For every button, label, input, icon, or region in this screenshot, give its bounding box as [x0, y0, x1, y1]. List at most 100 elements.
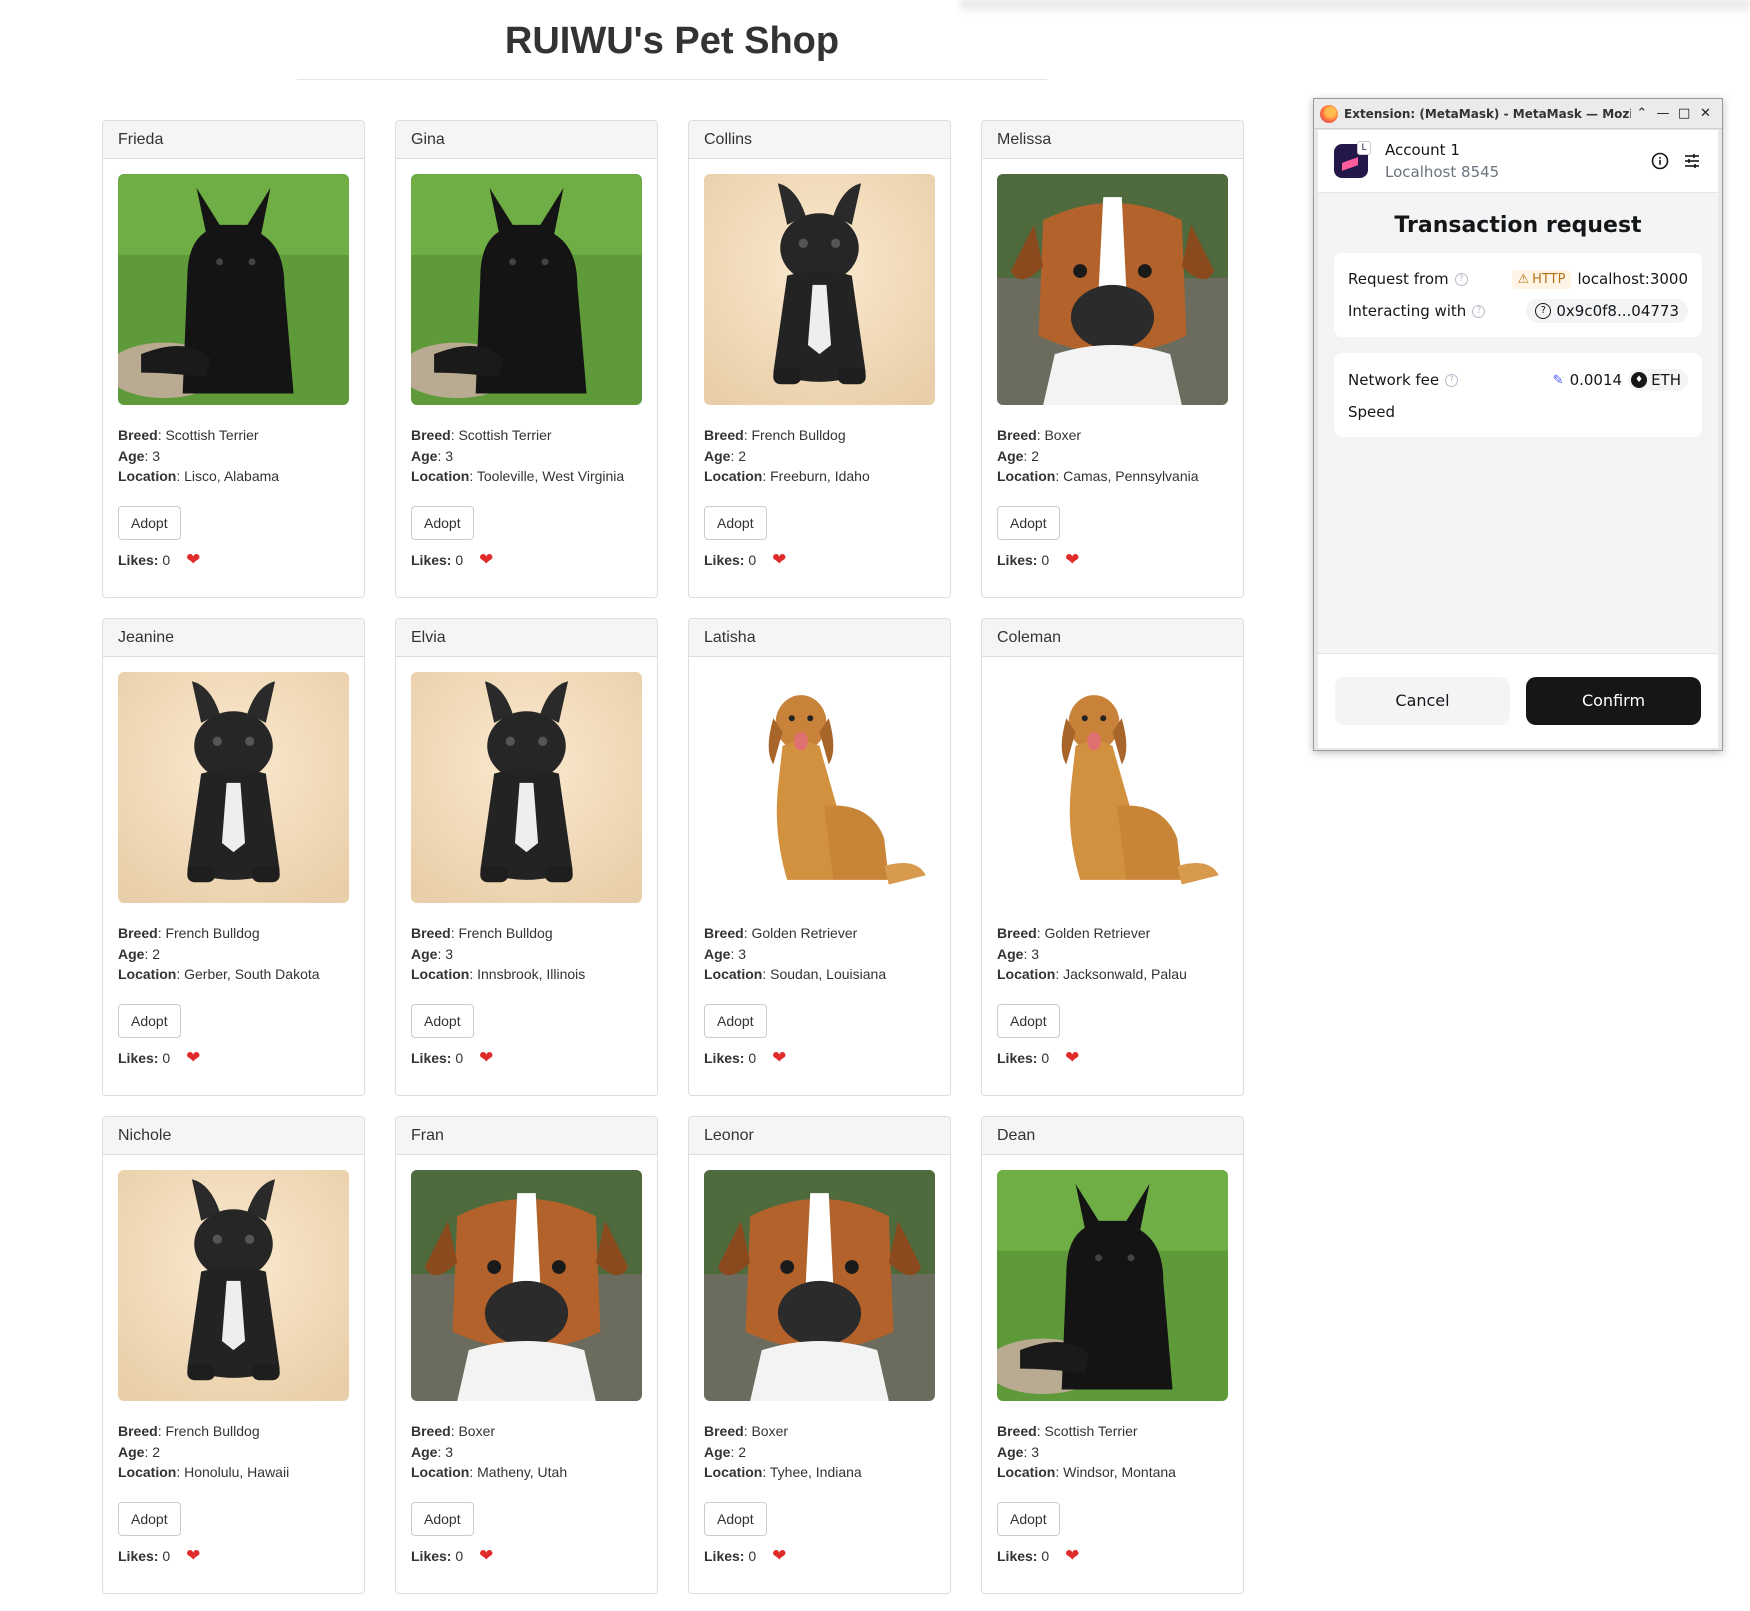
- heart-icon[interactable]: ❤: [1065, 1546, 1079, 1566]
- likes-row: Likes: 0 ❤: [411, 1047, 494, 1068]
- pet-card-frieda: Frieda Breed: Scottish Terrier Age: 3 Lo…: [102, 120, 365, 598]
- heart-icon[interactable]: ❤: [479, 1048, 493, 1068]
- pet-location: Location: Windsor, Montana: [997, 1464, 1176, 1480]
- pet-age: Age: 3: [704, 945, 747, 962]
- french-bulldog-photo: [411, 672, 642, 903]
- likes-row: Likes: 0 ❤: [118, 1545, 201, 1566]
- likes-count: 0: [162, 551, 171, 568]
- pet-location: Location: Lisco, Alabama: [118, 468, 280, 484]
- boxer-photo: [704, 1170, 935, 1401]
- adopt-button[interactable]: Adopt: [118, 1003, 181, 1038]
- pet-location: Location: Soudan, Louisiana: [704, 966, 887, 982]
- heart-icon[interactable]: ❤: [479, 1546, 493, 1566]
- network-fee-row: Network fee ? ✎ 0.0014 ♦ ETH: [1348, 363, 1688, 397]
- pet-location: Location: Gerber, South Dakota: [118, 966, 320, 982]
- heart-icon[interactable]: ❤: [772, 1546, 786, 1566]
- adopt-button[interactable]: Adopt: [118, 505, 181, 540]
- pet-location: Location: Innsbrook, Illinois: [411, 966, 586, 982]
- contract-address[interactable]: ? 0x9c0f8...04773: [1526, 299, 1688, 323]
- interacting-with-row: Interacting with ? ? 0x9c0f8...04773: [1348, 295, 1688, 327]
- heart-icon[interactable]: ❤: [1065, 550, 1079, 570]
- pet-breed: Breed: Golden Retriever: [997, 925, 1151, 941]
- heart-icon[interactable]: ❤: [186, 1546, 200, 1566]
- edit-pencil-icon[interactable]: ✎: [1553, 373, 1564, 388]
- scottish-terrier-photo: [411, 174, 642, 405]
- heart-icon[interactable]: ❤: [186, 550, 200, 570]
- help-icon[interactable]: ?: [1454, 272, 1468, 286]
- metamask-window: Extension: (MetaMask) - MetaMask — Mozil…: [1313, 98, 1723, 751]
- pet-card-collins: Collins Breed: French Bulldog Age: 2 Loc…: [688, 120, 951, 598]
- pet-breed: Breed: Boxer: [997, 427, 1082, 443]
- pet-age: Age: 2: [704, 447, 747, 464]
- chevron-up-icon[interactable]: ⌃: [1631, 103, 1652, 125]
- heart-icon[interactable]: ❤: [186, 1048, 200, 1068]
- http-warning-badge: ⚠ HTTP: [1511, 269, 1572, 289]
- metamask-panel: L Account 1 Localhost 8545 Transaction r…: [1318, 130, 1718, 748]
- likes-count: 0: [1041, 1547, 1050, 1564]
- likes-row: Likes: 0 ❤: [704, 549, 787, 570]
- pet-name: Collins: [689, 121, 950, 159]
- request-details-box: Request from ? ⚠ HTTP localhost:3000 Inte…: [1334, 253, 1702, 337]
- pet-age: Age: 3: [411, 1443, 454, 1460]
- likes-row: Likes: 0 ❤: [118, 1047, 201, 1068]
- adopt-button[interactable]: Adopt: [704, 1003, 767, 1038]
- adopt-button[interactable]: Adopt: [997, 1501, 1060, 1536]
- action-footer: Cancel Confirm: [1318, 653, 1718, 748]
- network-fee-label: Network fee: [1348, 371, 1440, 389]
- adopt-button[interactable]: Adopt: [704, 505, 767, 540]
- close-icon[interactable]: ✕: [1695, 103, 1716, 125]
- maximize-icon[interactable]: □: [1674, 103, 1695, 125]
- speed-row: Speed: [1348, 397, 1688, 427]
- speed-label: Speed: [1348, 403, 1396, 421]
- pet-name: Jeanine: [103, 619, 364, 657]
- heart-icon[interactable]: ❤: [479, 550, 493, 570]
- pet-card-melissa: Melissa Breed: Boxer Age: 2 Location: Ca…: [981, 120, 1244, 598]
- pet-card-dean: Dean Breed: Scottish Terrier Age: 3 Loca…: [981, 1116, 1244, 1594]
- info-icon[interactable]: [1650, 151, 1670, 171]
- settings-sliders-icon[interactable]: [1682, 151, 1702, 171]
- adopt-button[interactable]: Adopt: [411, 1003, 474, 1038]
- account-name: Account 1: [1385, 141, 1460, 159]
- pet-age: Age: 3: [411, 447, 454, 464]
- pet-name: Coleman: [982, 619, 1243, 657]
- adopt-button[interactable]: Adopt: [411, 505, 474, 540]
- cancel-button[interactable]: Cancel: [1335, 677, 1510, 725]
- pet-name: Melissa: [982, 121, 1243, 159]
- pet-location: Location: Freeburn, Idaho: [704, 468, 870, 484]
- pet-age: Age: 3: [997, 945, 1040, 962]
- confirm-button[interactable]: Confirm: [1526, 677, 1701, 725]
- window-title: Extension: (MetaMask) - MetaMask — Mozil…: [1344, 106, 1631, 121]
- pet-name: Fran: [396, 1117, 657, 1155]
- pet-card-fran: Fran Breed: Boxer Age: 3 Location: Mathe…: [395, 1116, 658, 1594]
- account-avatar-icon[interactable]: L: [1334, 141, 1371, 178]
- adopt-button[interactable]: Adopt: [118, 1501, 181, 1536]
- likes-count: 0: [1041, 1049, 1050, 1066]
- eth-token: ♦ ETH: [1628, 369, 1688, 391]
- eth-icon: ♦: [1631, 372, 1648, 388]
- pet-breed: Breed: Scottish Terrier: [411, 427, 552, 443]
- adopt-button[interactable]: Adopt: [997, 1003, 1060, 1038]
- heart-icon[interactable]: ❤: [1065, 1048, 1079, 1068]
- heart-icon[interactable]: ❤: [772, 1048, 786, 1068]
- pet-card-jeanine: Jeanine Breed: French Bulldog Age: 2 Loc…: [102, 618, 365, 1096]
- pet-age: Age: 3: [997, 1443, 1040, 1460]
- minimize-icon[interactable]: —: [1652, 103, 1673, 125]
- adopt-button[interactable]: Adopt: [411, 1501, 474, 1536]
- pet-age: Age: 3: [118, 447, 161, 464]
- french-bulldog-photo: [118, 672, 349, 903]
- pet-breed: Breed: Boxer: [704, 1423, 789, 1439]
- request-from-row: Request from ? ⚠ HTTP localhost:3000: [1348, 263, 1688, 295]
- boxer-photo: [997, 174, 1228, 405]
- pet-card-nichole: Nichole Breed: French Bulldog Age: 2 Loc…: [102, 1116, 365, 1594]
- likes-row: Likes: 0 ❤: [118, 549, 201, 570]
- heart-icon[interactable]: ❤: [772, 550, 786, 570]
- network-fee-amount: 0.0014: [1569, 371, 1623, 389]
- title-divider: [297, 79, 1047, 80]
- help-icon[interactable]: ?: [1472, 304, 1486, 318]
- likes-row: Likes: 0 ❤: [411, 1545, 494, 1566]
- window-titlebar: Extension: (MetaMask) - MetaMask — Mozil…: [1314, 99, 1722, 129]
- help-icon[interactable]: ?: [1445, 373, 1459, 387]
- adopt-button[interactable]: Adopt: [704, 1501, 767, 1536]
- adopt-button[interactable]: Adopt: [997, 505, 1060, 540]
- pet-name: Dean: [982, 1117, 1243, 1155]
